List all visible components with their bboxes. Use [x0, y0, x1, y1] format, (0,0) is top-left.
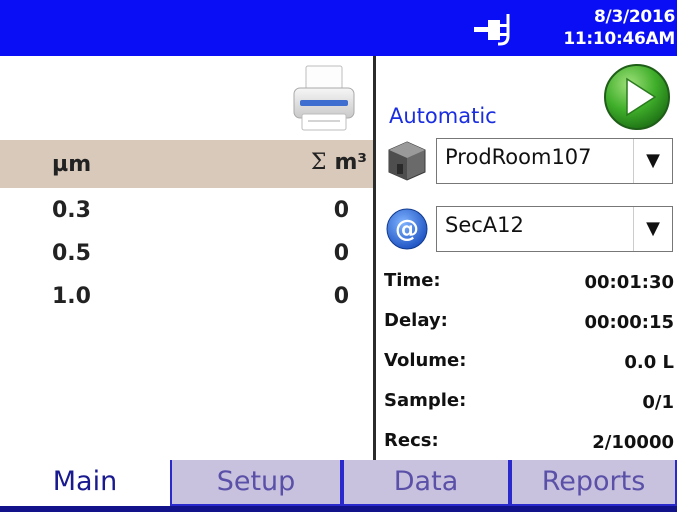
table-row: 0.5 0 — [0, 237, 373, 280]
stat-label: Delay: — [384, 310, 448, 331]
chevron-down-icon[interactable]: ▼ — [633, 139, 672, 183]
tab-bar-edge — [0, 506, 677, 512]
control-panel: Automatic ProdRoom107 ▼ @ SecA12 ▼ Time:… — [376, 56, 677, 460]
status-bar: 8/3/2016 11:10:46AM — [0, 0, 677, 56]
at-sign-icon: @ — [386, 208, 428, 250]
stat-time: Time: 00:01:30 — [384, 264, 676, 304]
date-text: 8/3/2016 — [594, 7, 675, 27]
particle-size: 1.0 — [52, 284, 91, 309]
mode-label[interactable]: Automatic — [389, 104, 497, 128]
stat-value: 00:00:15 — [584, 312, 674, 333]
particle-size: 0.3 — [52, 198, 91, 223]
stat-delay: Delay: 00:00:15 — [384, 304, 676, 344]
particle-count: 0 — [333, 241, 349, 266]
location-value: ProdRoom107 — [445, 145, 592, 169]
particle-size: 0.5 — [52, 241, 91, 266]
chevron-down-icon[interactable]: ▼ — [633, 207, 672, 251]
stat-value: 00:01:30 — [584, 272, 674, 293]
svg-text:@: @ — [395, 215, 419, 243]
table-row: 0.3 0 — [0, 194, 373, 237]
count-table-header: µm Σm³ — [0, 140, 373, 188]
time-text: 11:10:46AM — [563, 29, 675, 49]
plug-icon — [474, 14, 510, 46]
tab-bar: Main Setup Data Reports — [0, 460, 677, 512]
section-select[interactable]: SecA12 ▼ — [436, 206, 673, 252]
stat-sample: Sample: 0/1 — [384, 384, 676, 424]
sum-column-header: Σm³ — [311, 150, 367, 175]
stat-value: 0.0 L — [624, 352, 674, 373]
stat-label: Sample: — [384, 390, 467, 411]
count-panel: µm Σm³ 0.3 0 0.5 0 1.0 0 — [0, 56, 373, 460]
stat-volume: Volume: 0.0 L — [384, 344, 676, 384]
stat-label: Volume: — [384, 350, 467, 371]
particle-count: 0 — [333, 284, 349, 309]
printer-icon[interactable] — [288, 64, 360, 134]
room-cube-icon — [388, 141, 426, 181]
size-column-header: µm — [52, 152, 92, 177]
run-stats: Time: 00:01:30 Delay: 00:00:15 Volume: 0… — [384, 264, 676, 464]
table-row: 1.0 0 — [0, 280, 373, 323]
tab-setup[interactable]: Setup — [170, 460, 342, 506]
stat-value: 0/1 — [642, 392, 674, 413]
start-button[interactable] — [602, 62, 672, 132]
particle-count: 0 — [333, 198, 349, 223]
section-value: SecA12 — [445, 213, 524, 237]
count-table: 0.3 0 0.5 0 1.0 0 — [0, 194, 373, 323]
stat-value: 2/10000 — [592, 432, 674, 453]
sum-unit: m³ — [334, 150, 367, 175]
datetime-display: 8/3/2016 11:10:46AM — [563, 6, 675, 50]
sum-symbol: Σ — [310, 150, 327, 175]
stat-label: Time: — [384, 270, 441, 291]
location-select[interactable]: ProdRoom107 ▼ — [436, 138, 673, 184]
tab-main[interactable]: Main — [0, 460, 170, 506]
tab-reports[interactable]: Reports — [510, 460, 677, 506]
tab-data[interactable]: Data — [342, 460, 510, 506]
stat-label: Recs: — [384, 430, 439, 451]
stat-recs: Recs: 2/10000 — [384, 424, 676, 464]
